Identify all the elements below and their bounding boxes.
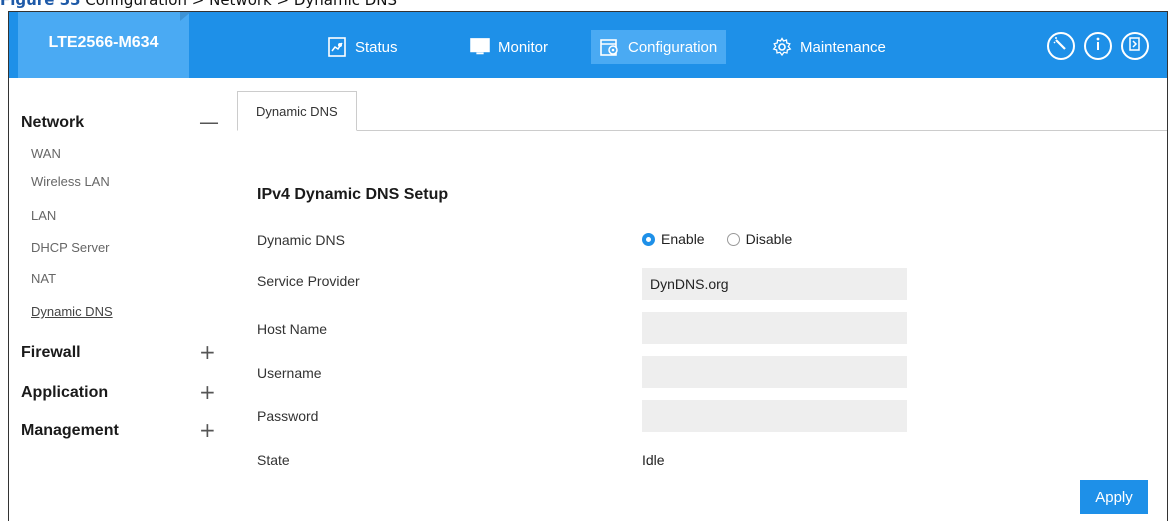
dynamic-dns-label: Dynamic DNS bbox=[257, 232, 345, 248]
status-icon bbox=[327, 37, 347, 57]
radio-unchecked-icon bbox=[726, 232, 740, 246]
logout-button[interactable] bbox=[1121, 32, 1149, 60]
sidebar-item-wireless-lan[interactable]: Wireless LAN bbox=[31, 174, 110, 189]
radio-checked-icon bbox=[642, 232, 655, 246]
nav-maintenance[interactable]: Maintenance bbox=[763, 30, 895, 64]
logout-icon bbox=[1128, 36, 1142, 56]
sidebar-item-dynamic-dns[interactable]: Dynamic DNS bbox=[31, 304, 113, 319]
username-label: Username bbox=[257, 365, 322, 381]
service-provider-label: Service Provider bbox=[257, 273, 360, 289]
nav-configuration-label: Configuration bbox=[628, 38, 718, 56]
monitor-icon bbox=[470, 37, 490, 57]
brand-block: LTE2566-M634 bbox=[18, 12, 189, 78]
model-name: LTE2566-M634 bbox=[48, 34, 159, 51]
expand-icon[interactable]: + bbox=[199, 420, 216, 440]
sidebar-item-dhcp-server[interactable]: DHCP Server bbox=[31, 240, 110, 255]
state-label: State bbox=[257, 452, 290, 468]
top-nav-bar: LTE2566-M634 Status Monitor Configuratio… bbox=[9, 12, 1167, 78]
password-label: Password bbox=[257, 408, 319, 424]
tab-bar: Dynamic DNS bbox=[237, 91, 1167, 131]
sidebar-item-lan[interactable]: LAN bbox=[31, 208, 56, 223]
state-value: Idle bbox=[642, 452, 665, 468]
host-name-label: Host Name bbox=[257, 321, 328, 337]
section-title: IPv4 Dynamic DNS Setup bbox=[257, 186, 449, 203]
service-provider-select[interactable]: DynDNS.org bbox=[642, 268, 907, 300]
sidebar-group-management[interactable]: Management bbox=[21, 422, 119, 440]
collapse-icon[interactable]: — bbox=[199, 112, 219, 132]
figure-number: Figure 55 bbox=[0, 0, 81, 9]
tab-dynamic-dns[interactable]: Dynamic DNS bbox=[237, 91, 357, 131]
nav-status-label: Status bbox=[355, 38, 398, 56]
nav-monitor[interactable]: Monitor bbox=[461, 30, 557, 64]
host-name-input[interactable] bbox=[642, 312, 907, 344]
wizard-button[interactable] bbox=[1047, 32, 1075, 60]
apply-button[interactable]: Apply bbox=[1080, 480, 1148, 514]
gear-icon bbox=[772, 37, 792, 57]
info-icon bbox=[1091, 36, 1105, 56]
enable-radio[interactable]: Enable bbox=[642, 231, 705, 247]
configuration-icon bbox=[600, 37, 620, 57]
nav-status[interactable]: Status bbox=[318, 30, 407, 64]
main-content: Dynamic DNS IPv4 Dynamic DNS Setup Dynam… bbox=[237, 78, 1167, 521]
sidebar-group-application[interactable]: Application bbox=[21, 384, 108, 402]
disable-radio-label: Disable bbox=[745, 231, 793, 247]
nav-maintenance-label: Maintenance bbox=[800, 38, 886, 56]
expand-icon[interactable]: + bbox=[199, 342, 216, 362]
disable-radio[interactable]: Disable bbox=[726, 231, 793, 247]
figure-text: Configuration > Network > Dynamic DNS bbox=[85, 0, 398, 9]
wizard-icon bbox=[1053, 36, 1069, 56]
password-input[interactable] bbox=[642, 400, 907, 432]
info-button[interactable] bbox=[1084, 32, 1112, 60]
nav-configuration[interactable]: Configuration bbox=[591, 30, 727, 64]
sidebar-group-firewall[interactable]: Firewall bbox=[21, 344, 81, 362]
figure-caption: Figure 55 Configuration > Network > Dyna… bbox=[0, 0, 397, 11]
sidebar: Network — WAN Wireless LAN LAN DHCP Serv… bbox=[9, 78, 237, 521]
enable-radio-label: Enable bbox=[661, 231, 705, 247]
username-input[interactable] bbox=[642, 356, 907, 388]
sidebar-item-nat[interactable]: NAT bbox=[31, 271, 56, 286]
expand-icon[interactable]: + bbox=[199, 382, 216, 402]
dynamic-dns-radio-group: Enable Disable bbox=[642, 231, 804, 247]
sidebar-item-wan[interactable]: WAN bbox=[31, 146, 61, 161]
nav-monitor-label: Monitor bbox=[498, 38, 549, 56]
router-web-ui: LTE2566-M634 Status Monitor Configuratio… bbox=[8, 11, 1168, 521]
sidebar-group-network[interactable]: Network bbox=[21, 114, 84, 132]
